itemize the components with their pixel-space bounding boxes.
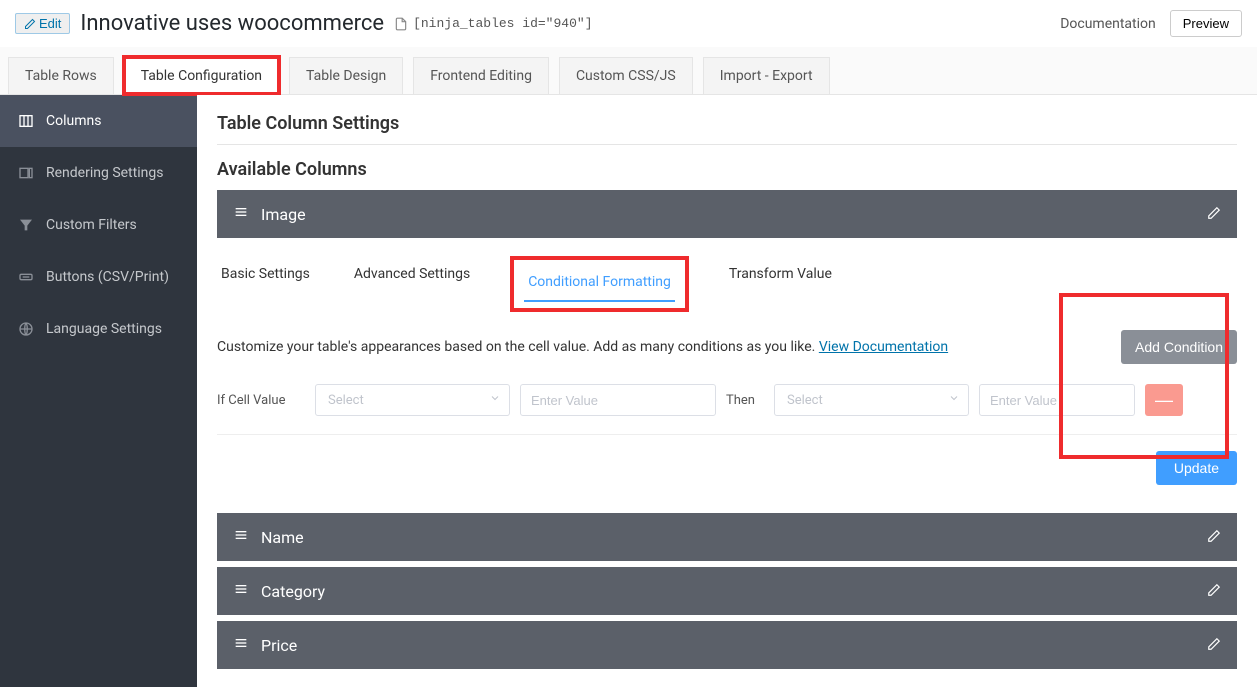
page-title: Innovative uses woocommerce bbox=[80, 11, 384, 36]
update-button[interactable]: Update bbox=[1156, 451, 1237, 485]
edit-column-icon[interactable] bbox=[1207, 205, 1221, 224]
language-icon bbox=[18, 321, 34, 337]
inner-tab-basic[interactable]: Basic Settings bbox=[217, 256, 314, 312]
tab-import-export[interactable]: Import - Export bbox=[703, 57, 830, 94]
sidebar-item-label: Custom Filters bbox=[46, 217, 137, 233]
sidebar: Columns Rendering Settings Custom Filter… bbox=[0, 95, 197, 687]
sidebar-item-label: Language Settings bbox=[46, 321, 162, 337]
available-columns-title: Available Columns bbox=[217, 159, 1237, 180]
add-condition-button[interactable]: Add Condition bbox=[1121, 330, 1237, 364]
sidebar-item-label: Rendering Settings bbox=[46, 165, 163, 181]
view-documentation-link[interactable]: View Documentation bbox=[819, 339, 948, 355]
edit-column-icon[interactable] bbox=[1207, 636, 1221, 655]
select-placeholder: Select bbox=[328, 393, 364, 408]
filter-icon bbox=[18, 217, 34, 233]
highlight-box-conditional: Conditional Formatting bbox=[510, 256, 689, 312]
description-text: Customize your table's appearances based… bbox=[217, 339, 948, 355]
buttons-icon bbox=[18, 269, 34, 285]
tab-frontend-editing[interactable]: Frontend Editing bbox=[413, 57, 549, 94]
page-header: Edit Innovative uses woocommerce [ninja_… bbox=[0, 0, 1257, 47]
sidebar-item-rendering[interactable]: Rendering Settings bbox=[0, 147, 197, 199]
sidebar-item-filters[interactable]: Custom Filters bbox=[0, 199, 197, 251]
inner-tab-advanced[interactable]: Advanced Settings bbox=[350, 256, 474, 312]
divider bbox=[217, 144, 1237, 145]
column-name: Name bbox=[261, 528, 304, 547]
remove-symbol: — bbox=[1155, 390, 1173, 411]
tab-label: Custom CSS/JS bbox=[576, 68, 676, 84]
drag-icon[interactable] bbox=[233, 635, 249, 655]
main-tabs: Table Rows Table Configuration Table Des… bbox=[0, 47, 1257, 95]
column-name: Category bbox=[261, 582, 325, 601]
drag-icon[interactable] bbox=[233, 581, 249, 601]
column-name: Price bbox=[261, 636, 297, 655]
condition-row: If Cell Value Select Then Select — bbox=[217, 378, 1237, 435]
edit-button-label: Edit bbox=[39, 16, 61, 31]
drag-icon[interactable] bbox=[233, 527, 249, 547]
shortcode-text: [ninja_tables id="940"] bbox=[413, 16, 592, 31]
then-label: Then bbox=[726, 393, 764, 408]
column-header-price[interactable]: Price bbox=[217, 621, 1237, 669]
tab-label: Frontend Editing bbox=[430, 68, 532, 84]
if-operator-select[interactable]: Select bbox=[315, 384, 510, 416]
sidebar-item-columns[interactable]: Columns bbox=[0, 95, 197, 147]
edit-column-icon[interactable] bbox=[1207, 582, 1221, 601]
if-label: If Cell Value bbox=[217, 393, 305, 408]
pencil-icon bbox=[24, 18, 36, 30]
columns-icon bbox=[18, 113, 34, 129]
column-header-name[interactable]: Name bbox=[217, 513, 1237, 561]
chevron-down-icon bbox=[948, 392, 960, 408]
tab-label: Table Design bbox=[306, 68, 386, 84]
main-content: Table Column Settings Available Columns … bbox=[197, 95, 1257, 687]
tab-label: Table Configuration bbox=[141, 68, 262, 84]
tab-label: Import - Export bbox=[720, 68, 813, 84]
chevron-down-icon bbox=[489, 392, 501, 408]
inner-tabs: Basic Settings Advanced Settings Conditi… bbox=[217, 256, 1237, 312]
then-value-input[interactable] bbox=[979, 384, 1135, 416]
inner-tab-transform[interactable]: Transform Value bbox=[725, 256, 836, 312]
documentation-link[interactable]: Documentation bbox=[1060, 16, 1156, 32]
document-icon bbox=[394, 17, 408, 31]
sidebar-item-label: Buttons (CSV/Print) bbox=[46, 269, 169, 285]
if-value-input[interactable] bbox=[520, 384, 716, 416]
header-right: Documentation Preview bbox=[1060, 10, 1242, 37]
tab-custom-css-js[interactable]: Custom CSS/JS bbox=[559, 57, 693, 94]
rendering-icon bbox=[18, 165, 34, 181]
tab-table-rows[interactable]: Table Rows bbox=[8, 57, 114, 94]
edit-column-icon[interactable] bbox=[1207, 528, 1221, 547]
inner-tab-conditional[interactable]: Conditional Formatting bbox=[524, 264, 675, 302]
edit-button[interactable]: Edit bbox=[15, 13, 70, 34]
drag-icon[interactable] bbox=[233, 204, 249, 224]
tab-table-design[interactable]: Table Design bbox=[289, 57, 403, 94]
tab-table-configuration[interactable]: Table Configuration bbox=[124, 57, 279, 94]
column-header-image[interactable]: Image bbox=[217, 190, 1237, 238]
column-header-category[interactable]: Category bbox=[217, 567, 1237, 615]
column-name: Image bbox=[261, 205, 306, 224]
sidebar-item-buttons[interactable]: Buttons (CSV/Print) bbox=[0, 251, 197, 303]
remove-condition-button[interactable]: — bbox=[1145, 384, 1183, 416]
then-action-select[interactable]: Select bbox=[774, 384, 969, 416]
description-row: Customize your table's appearances based… bbox=[217, 312, 1237, 378]
update-row: Update bbox=[217, 435, 1237, 485]
inner-tabs-wrap: Basic Settings Advanced Settings Conditi… bbox=[217, 238, 1237, 485]
preview-button[interactable]: Preview bbox=[1170, 10, 1242, 37]
select-placeholder: Select bbox=[787, 393, 823, 408]
description-content: Customize your table's appearances based… bbox=[217, 339, 815, 355]
section-title: Table Column Settings bbox=[217, 113, 1237, 144]
sidebar-item-label: Columns bbox=[46, 113, 101, 129]
shortcode-box: [ninja_tables id="940"] bbox=[394, 16, 592, 31]
sidebar-item-language[interactable]: Language Settings bbox=[0, 303, 197, 355]
body-row: Columns Rendering Settings Custom Filter… bbox=[0, 95, 1257, 687]
tab-label: Table Rows bbox=[25, 68, 97, 84]
